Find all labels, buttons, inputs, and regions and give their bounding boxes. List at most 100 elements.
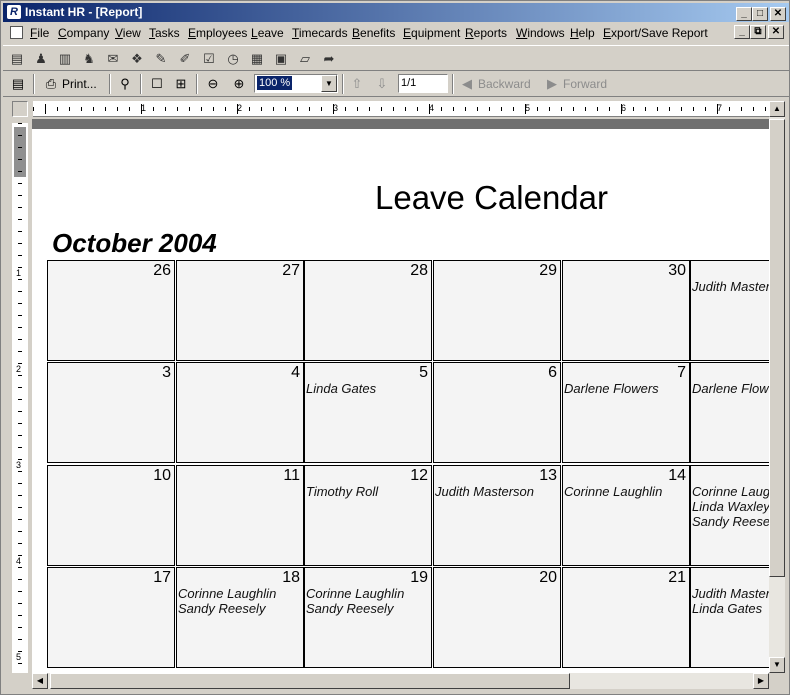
- leave-entries: Linda Gates: [306, 381, 376, 396]
- menu-company[interactable]: Company: [58, 26, 109, 40]
- calendar-day-cell: 5 Linda Gates: [304, 362, 432, 463]
- next-page-icon[interactable]: ⇩: [373, 75, 391, 93]
- menu-windows[interactable]: Windows: [516, 26, 565, 40]
- vertical-scroll-thumb[interactable]: [769, 119, 785, 577]
- ruler-label: 5: [16, 652, 22, 662]
- maximize-button[interactable]: □: [752, 7, 768, 21]
- scroll-up-button[interactable]: ▲: [769, 101, 785, 117]
- separator: [109, 74, 111, 94]
- document-icon[interactable]: [10, 26, 23, 39]
- printer-icon[interactable]: ⎙: [42, 75, 60, 93]
- page-input[interactable]: 1/1: [398, 74, 448, 93]
- vertical-ruler-ticks: [18, 123, 22, 664]
- day-number: 6: [548, 364, 557, 381]
- leave-entries: Darlene Flowers: [692, 381, 769, 396]
- minimize-button[interactable]: _: [736, 7, 752, 21]
- scroll-left-button[interactable]: ◀: [32, 673, 48, 689]
- menu-equipment[interactable]: Equipment: [403, 26, 460, 40]
- forward-icon[interactable]: ▶: [543, 75, 561, 93]
- calendar-day-cell: 4: [176, 362, 304, 463]
- multi-page-icon[interactable]: ⊞: [172, 75, 190, 93]
- calendar-day-cell: 30: [562, 260, 690, 361]
- print-button[interactable]: Print...: [62, 73, 97, 95]
- menu-benefits[interactable]: Benefits: [352, 26, 395, 40]
- calendar-day-cell: 29: [433, 260, 561, 361]
- horizontal-scrollbar[interactable]: ◀ ▶: [32, 673, 769, 689]
- forward-button[interactable]: Forward: [563, 73, 607, 95]
- day-number: 27: [282, 262, 300, 279]
- leave-entry: Judith Masterson: [692, 279, 769, 294]
- leave-entry: Judith Masterson: [692, 586, 769, 601]
- previous-page-icon[interactable]: ⇧: [348, 75, 366, 93]
- title-bar: R Instant HR - [Report] _ □ ✕: [3, 3, 789, 22]
- app-window: R Instant HR - [Report] _ □ ✕ File Compa…: [0, 0, 790, 695]
- calendar-day-cell: 14 Corinne Laughlin: [562, 465, 690, 566]
- review-icon[interactable]: ✐: [175, 49, 195, 69]
- report-icon[interactable]: ▣: [271, 49, 291, 69]
- day-number: 7: [677, 364, 686, 381]
- leave-entries: Corinne Laughlin: [564, 484, 662, 499]
- calendar-day-cell: 26: [47, 260, 175, 361]
- backward-icon[interactable]: ◀: [458, 75, 476, 93]
- calendar-day-cell: Darlene Flowers: [690, 362, 769, 463]
- scroll-down-button[interactable]: ▼: [769, 657, 785, 673]
- day-number: 4: [291, 364, 300, 381]
- company-icon[interactable]: ▥: [55, 49, 75, 69]
- binoculars-icon[interactable]: ⚲: [116, 75, 134, 93]
- vertical-ruler: 1 2 3 4 5: [12, 123, 28, 673]
- single-page-icon[interactable]: ☐: [148, 75, 166, 93]
- day-number: 13: [539, 467, 557, 484]
- menu-export-save-report[interactable]: Export/Save Report: [603, 26, 708, 40]
- timecard-icon[interactable]: ▦: [247, 49, 267, 69]
- menu-leave[interactable]: Leave: [251, 26, 284, 40]
- benefits-icon[interactable]: ❖: [127, 49, 147, 69]
- zoom-in-icon[interactable]: ⊕: [230, 75, 248, 93]
- ruler-label: 3: [333, 103, 339, 113]
- menu-employees[interactable]: Employees: [188, 26, 247, 40]
- day-number: 11: [283, 467, 300, 484]
- chevron-down-icon[interactable]: ▼: [321, 75, 337, 92]
- menu-tasks[interactable]: Tasks: [149, 26, 180, 40]
- app-icon: R: [7, 5, 21, 19]
- mdi-restore-button[interactable]: ⧉: [750, 25, 766, 39]
- leave-entry: Darlene Flowers: [692, 381, 769, 396]
- menu-timecards[interactable]: Timecards: [292, 26, 348, 40]
- equipment-icon[interactable]: ✎: [151, 49, 171, 69]
- leave-entry: Linda Waxley: [692, 499, 769, 514]
- export-icon[interactable]: ➦: [319, 49, 339, 69]
- page-header-band: [32, 119, 769, 129]
- org-chart-icon[interactable]: ▤: [7, 49, 27, 69]
- menu-reports[interactable]: Reports: [465, 26, 507, 40]
- zoom-select[interactable]: 100 % ▼: [254, 74, 338, 93]
- zoom-out-icon[interactable]: ⊖: [204, 75, 222, 93]
- day-number: 5: [419, 364, 428, 381]
- menu-help[interactable]: Help: [570, 26, 595, 40]
- leave-entries: Corinne Laughlin Sandy Reesely: [178, 586, 276, 616]
- horizontal-ruler: 1 2 3 4 5 6 7: [33, 101, 769, 117]
- group-icon[interactable]: ♞: [79, 49, 99, 69]
- clock-icon[interactable]: ◷: [223, 49, 243, 69]
- checklist-icon[interactable]: ☑: [199, 49, 219, 69]
- horizontal-scroll-thumb[interactable]: [50, 673, 570, 689]
- separator: [342, 74, 344, 94]
- toggle-tree-icon[interactable]: ▤: [9, 75, 27, 93]
- calendar-day-cell: 20: [433, 567, 561, 668]
- vertical-scrollbar[interactable]: ▲ ▼: [769, 101, 785, 673]
- menu-file[interactable]: File: [30, 26, 49, 40]
- mdi-close-button[interactable]: ✕: [768, 25, 784, 39]
- folder-open-icon[interactable]: ▱: [295, 49, 315, 69]
- day-number: 26: [153, 262, 171, 279]
- backward-button[interactable]: Backward: [478, 73, 531, 95]
- scroll-right-button[interactable]: ▶: [753, 673, 769, 689]
- calendar-day-cell: Judith MastersonLinda Gates: [690, 567, 769, 668]
- day-number: 29: [539, 262, 557, 279]
- menu-view[interactable]: View: [115, 26, 141, 40]
- leave-icon[interactable]: ✉: [103, 49, 123, 69]
- employees-icon[interactable]: ♟: [31, 49, 51, 69]
- leave-entries: Darlene Flowers: [564, 381, 659, 396]
- ruler-label: 4: [16, 556, 22, 566]
- mdi-minimize-button[interactable]: _: [734, 25, 750, 39]
- day-number: 19: [410, 569, 428, 586]
- ruler-label: 3: [16, 460, 22, 470]
- close-button[interactable]: ✕: [770, 7, 786, 21]
